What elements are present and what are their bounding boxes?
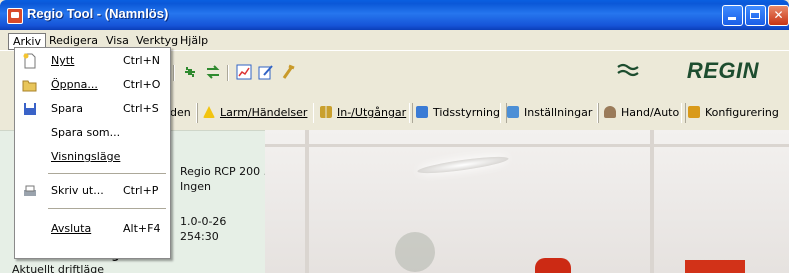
io-icon	[320, 106, 332, 118]
hand-icon	[604, 106, 616, 118]
brand-logo: REGIN	[686, 58, 759, 83]
menu-item-shortcut: Ctrl+P	[123, 184, 159, 197]
tab-label: Konfigurering	[705, 106, 779, 119]
photo-beam	[650, 130, 654, 273]
menu-item-label: Avsluta	[51, 222, 92, 235]
photo-chair	[535, 258, 571, 273]
menu-item-shortcut: Alt+F4	[123, 222, 161, 235]
edit-icon[interactable]	[258, 64, 274, 80]
transfer-icon[interactable]	[205, 64, 221, 80]
tab-in-utgangar[interactable]: In-/Utgångar	[313, 103, 414, 123]
menu-item-label: Skriv ut...	[51, 184, 104, 197]
tab-label: Hand/Auto	[621, 106, 680, 119]
tool-icon[interactable]	[280, 64, 296, 80]
chart-icon[interactable]	[236, 64, 252, 80]
toolbar-separator	[227, 65, 229, 81]
menu-hjalp[interactable]: Hjälp	[176, 33, 212, 49]
operating-mode-label: Aktuellt driftläge	[12, 263, 104, 273]
device-model: Regio RCP 200 ...	[180, 165, 275, 178]
menu-item-visningslage[interactable]: Visningsläge	[15, 146, 170, 168]
tab-konfigurering[interactable]: Konfigurering	[681, 103, 785, 123]
minimize-icon	[728, 17, 736, 20]
close-button[interactable]: ✕	[768, 5, 789, 26]
new-file-icon	[23, 53, 36, 69]
app-window: Regio Tool - (Namnlös) ✕ Arkiv Redigera …	[0, 0, 789, 273]
menu-item-shortcut: Ctrl+N	[123, 54, 161, 67]
device-value: Ingen	[180, 180, 211, 193]
menu-item-label: Spara som...	[51, 126, 121, 139]
clock-icon	[416, 106, 428, 118]
menu-item-spara[interactable]: Spara Ctrl+S	[15, 98, 170, 120]
connect-icon[interactable]	[182, 64, 198, 80]
photo-plant	[395, 232, 435, 272]
tab-hand-auto[interactable]: Hand/Auto	[597, 103, 687, 123]
tab-installningar[interactable]: Inställningar	[500, 103, 600, 123]
maximize-button[interactable]	[745, 5, 766, 26]
menu-item-nytt[interactable]: Nytt Ctrl+N	[15, 50, 170, 72]
room-photo	[265, 130, 789, 273]
settings-icon	[507, 106, 519, 118]
photo-beam	[305, 130, 309, 273]
arkiv-dropdown-menu: Nytt Ctrl+N Öppna... Ctrl+O Spara Ctrl+S…	[14, 47, 171, 259]
close-icon: ✕	[773, 8, 784, 22]
tab-label: den	[170, 106, 191, 119]
menu-item-shortcut: Ctrl+S	[123, 102, 159, 115]
firmware-version: 1.0-0-26	[180, 215, 227, 228]
menu-item-skriv-ut[interactable]: Skriv ut... Ctrl+P	[15, 180, 170, 202]
menu-item-label: Öppna...	[51, 78, 98, 91]
regin-logo-icon	[617, 63, 639, 77]
menu-item-shortcut: Ctrl+O	[123, 78, 161, 91]
open-folder-icon	[22, 80, 37, 92]
photo-sofa	[685, 260, 745, 273]
menu-separator	[48, 208, 166, 209]
window-title: Regio Tool - (Namnlös)	[27, 6, 169, 21]
menu-item-label: Spara	[51, 102, 83, 115]
tab-label: Larm/Händelser	[220, 106, 308, 119]
config-icon	[688, 106, 700, 118]
maximize-icon	[750, 10, 760, 19]
tab-label: Tidsstyrning	[433, 106, 501, 119]
save-icon	[24, 103, 36, 115]
menu-item-spara-som[interactable]: Spara som...	[15, 122, 170, 144]
app-icon[interactable]	[7, 8, 23, 24]
menu-item-label: Nytt	[51, 54, 75, 67]
photo-lamp	[416, 153, 510, 177]
toolbar-separator	[173, 65, 175, 81]
tab-label: In-/Utgångar	[337, 106, 407, 119]
title-bar[interactable]: Regio Tool - (Namnlös) ✕	[0, 0, 789, 30]
warning-icon	[203, 106, 215, 118]
photo-beam	[265, 144, 789, 147]
tab-label: Inställningar	[524, 106, 593, 119]
tab-tidsstyrning[interactable]: Tidsstyrning	[409, 103, 508, 123]
menu-item-oppna[interactable]: Öppna... Ctrl+O	[15, 74, 170, 96]
minimize-button[interactable]	[722, 5, 743, 26]
menu-item-label: Visningsläge	[51, 150, 121, 163]
tab-larm[interactable]: Larm/Händelser	[196, 103, 315, 123]
menu-item-avsluta[interactable]: Avsluta Alt+F4	[15, 218, 170, 240]
print-icon	[24, 185, 36, 196]
device-address: 254:30	[180, 230, 219, 243]
menu-separator	[48, 173, 166, 174]
